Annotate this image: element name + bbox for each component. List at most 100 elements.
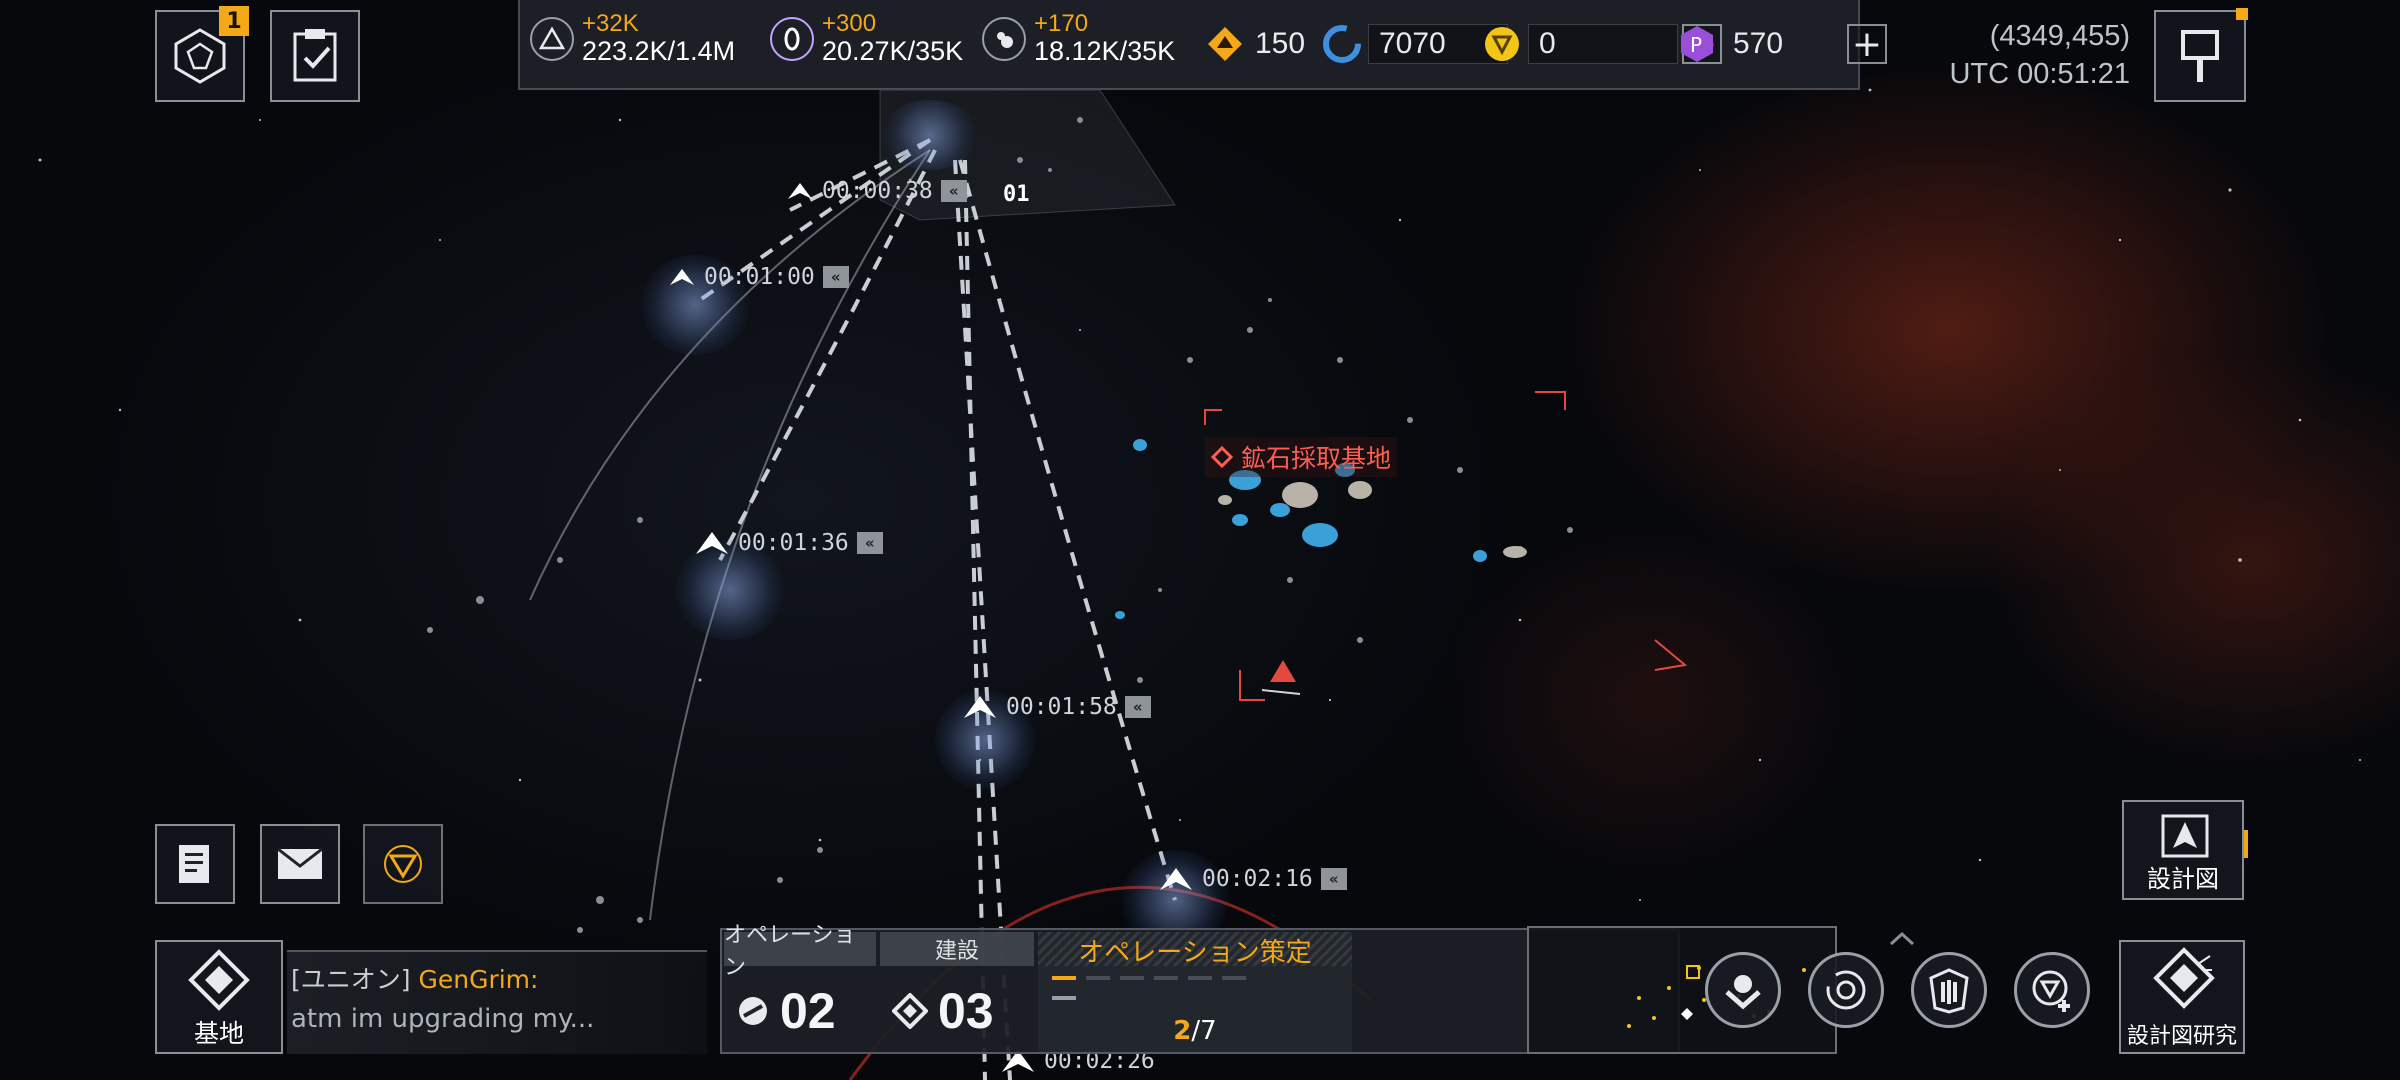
fleet-marker[interactable]: 00:02:16 « (1158, 866, 1347, 892)
coordinates-panel: (4349,455) UTC 00:51:21 (1949, 18, 2130, 93)
triangle-filter-icon (384, 845, 422, 883)
download-button[interactable] (1705, 952, 1781, 1028)
asteroid-field[interactable] (427, 117, 1573, 933)
strategy-progress: 2/7 (1038, 1016, 1352, 1046)
signpost-icon (2181, 30, 2219, 82)
shield-plus-icon (2032, 970, 2070, 1012)
fleet-ship-icon (1160, 868, 1192, 890)
currency-value: 0 (1528, 24, 1678, 64)
gold-coin-icon (1485, 27, 1519, 61)
sector-label: 01 (1003, 182, 1030, 207)
fleet-glow (880, 100, 980, 170)
fleet-eta: 00:01:36 (738, 530, 849, 556)
fleet-eta: 00:02:16 (1202, 866, 1313, 892)
orange-token-icon (1208, 27, 1242, 61)
mail-button[interactable] (260, 824, 340, 904)
fleet-eta: 00:01:58 (1006, 694, 1117, 720)
utc-clock: UTC 00:51:21 (1949, 57, 2130, 90)
research-circuit-icon (2153, 947, 2215, 1009)
blueprint-button[interactable]: 設計図 (2122, 800, 2248, 900)
strategy-total: /7 (1191, 1016, 1217, 1046)
fleet-recall-icon[interactable]: « (1320, 868, 1347, 890)
base-button[interactable]: 基地 (155, 940, 283, 1054)
envelope-icon (277, 847, 323, 879)
tasks-button[interactable] (270, 10, 360, 102)
indicator-bar (2244, 830, 2248, 858)
game-screen: 01 00:00:38 « 00:01:00 « 00:01:36 « 00:0… (0, 0, 2400, 1080)
chevron-up-icon[interactable] (1887, 930, 1917, 946)
notification-badge: 1 (219, 6, 249, 36)
fleet-ship-icon (696, 532, 728, 554)
chevron-down-icon (1725, 975, 1761, 1010)
map-coordinates: (4349,455) (1989, 20, 2130, 52)
crystal-icon (770, 16, 814, 61)
reports-button[interactable] (155, 824, 235, 904)
resource-value: 223.2K/1.4M (582, 36, 736, 66)
fleet-marker[interactable]: 00:00:38 « (786, 178, 967, 204)
ore-base-marker[interactable]: 鉱石採取基地 (1205, 437, 1398, 477)
chat-preview[interactable]: [ユニオン] GenGrim: atm im upgrading my... (287, 950, 707, 1054)
starfield (38, 88, 2361, 901)
currency-value: 570 (1733, 27, 1784, 60)
fleet-shield-icon (1929, 968, 1969, 1014)
spiral-galaxy-icon (1826, 970, 1866, 1010)
fleet-recall-icon[interactable]: « (822, 266, 849, 288)
strategy-title: オペレーション策定 (1038, 932, 1352, 968)
resource-value: 18.12K/35K (1034, 36, 1176, 66)
minimap[interactable] (1527, 926, 1837, 1054)
currency-value: 150 (1255, 27, 1306, 60)
fleet-button[interactable] (1911, 952, 1987, 1028)
resource-bar: +32K 223.2K/1.4M +300 20.27K/35K +170 18.12… (518, 0, 1887, 90)
fleet-ship-icon (788, 183, 812, 199)
fleet-eta: 00:01:00 (704, 264, 815, 290)
alliance-button[interactable]: 1 (155, 6, 249, 102)
diamond-icon (1211, 446, 1233, 468)
chat-sender: GenGrim: (418, 965, 539, 994)
chat-message: atm im upgrading my... (291, 1004, 595, 1034)
fleet-ship-icon (670, 269, 694, 285)
galaxy-button[interactable] (1808, 952, 1884, 1028)
tab-build[interactable]: 建設 (880, 932, 1034, 966)
build-diamond-icon (892, 993, 928, 1029)
currency-gem[interactable]: P 570 + (1675, 20, 1887, 68)
blueprint-ship-icon (2161, 814, 2209, 858)
chat-channel: [ユニオン] (291, 965, 411, 994)
gas-icon (982, 16, 1026, 61)
fleet-ship-icon (964, 696, 996, 718)
strategy-progress-dots (1052, 976, 1246, 1000)
add-shield-button[interactable] (2014, 952, 2090, 1028)
alert-dot (2236, 8, 2248, 20)
enemy-ship-icon[interactable] (1261, 660, 1301, 695)
document-list-icon (179, 845, 209, 883)
clipboard-check-icon (293, 29, 337, 82)
operation-count: 02 (780, 983, 836, 1039)
map-marker-button[interactable] (2154, 8, 2248, 102)
operation-counter[interactable]: 02 (736, 976, 836, 1046)
build-count: 03 (938, 983, 994, 1039)
build-counter[interactable]: 03 (892, 976, 994, 1046)
add-gem-button[interactable]: + (1847, 24, 1887, 65)
fleet-marker[interactable]: 00:01:00 « (668, 264, 849, 290)
fleet-marker[interactable]: 00:01:36 « (694, 530, 883, 556)
fleet-recall-icon[interactable]: « (940, 180, 967, 202)
filter-button[interactable] (363, 824, 443, 904)
purple-gem-icon: P (1681, 26, 1713, 62)
bottom-bar: 基地 [ユニオン] GenGrim: atm im upgrading my..… (155, 923, 2245, 1054)
operation-strategy[interactable]: オペレーション策定 2/7 (1038, 932, 1352, 1052)
resource-delta: +300 (822, 10, 877, 37)
resource-delta: +32K (582, 10, 639, 37)
base-emblem-icon (188, 949, 250, 1011)
strategy-current: 2 (1173, 1016, 1192, 1046)
currency-token[interactable]: 150 (1205, 20, 1305, 68)
resource-ore[interactable]: +32K 223.2K/1.4M (530, 12, 735, 65)
fleet-recall-icon[interactable]: « (1124, 696, 1151, 718)
blue-cycle-icon (1323, 25, 1361, 63)
blueprint-research-button[interactable]: 設計図研究 (2119, 940, 2245, 1054)
fleet-marker[interactable]: 00:01:58 « (962, 694, 1151, 720)
tab-operation[interactable]: オペレーション (724, 923, 876, 980)
resource-crystal[interactable]: +300 20.27K/35K (770, 12, 963, 65)
triangle-ore-icon (530, 16, 574, 61)
fleet-recall-icon[interactable]: « (856, 532, 883, 554)
resource-gas[interactable]: +170 18.12K/35K (982, 12, 1175, 65)
base-label: 基地 (193, 1019, 244, 1048)
